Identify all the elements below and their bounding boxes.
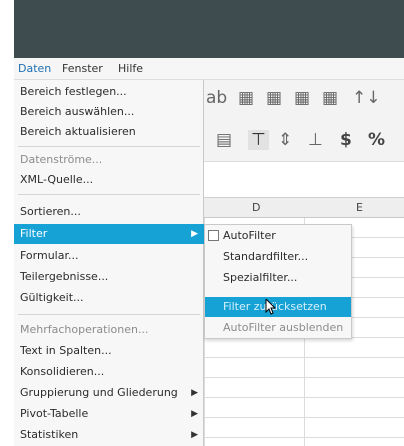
menu-item-konsolidieren[interactable]: Konsolidieren... bbox=[14, 362, 204, 382]
submenu-item-label: Standardfilter... bbox=[223, 250, 309, 263]
menu-item-formular[interactable]: Formular... bbox=[14, 246, 204, 266]
formula-bar[interactable] bbox=[204, 162, 404, 198]
filter-submenu: AutoFilter Standardfilter... Spezialfilt… bbox=[204, 224, 352, 339]
menu-item-gruppierung[interactable]: Gruppierung und Gliederung ▶ bbox=[14, 383, 204, 403]
submenu-item-standardfilter[interactable]: Standardfilter... bbox=[205, 247, 351, 267]
sort-icon[interactable]: ↑↓ bbox=[352, 88, 381, 108]
menu-item-label: Formular... bbox=[20, 249, 79, 262]
submenu-item-label: Spezialfilter... bbox=[223, 271, 298, 284]
menu-item-label: Teilergebnisse... bbox=[20, 270, 109, 283]
menu-item-pivot-tabelle[interactable]: Pivot-Tabelle ▶ bbox=[14, 404, 204, 424]
menu-item-label: Bereich aktualisieren bbox=[20, 125, 136, 138]
menu-item-filter[interactable]: Filter ▶ bbox=[14, 224, 204, 244]
menu-separator bbox=[18, 146, 200, 147]
menu-item-label: Bereich festlegen... bbox=[20, 85, 127, 98]
menu-daten[interactable]: Daten bbox=[18, 62, 51, 75]
menu-hilfe[interactable]: Hilfe bbox=[118, 62, 143, 75]
title-bar bbox=[14, 0, 404, 58]
mouse-cursor-icon bbox=[265, 299, 277, 315]
menu-item-label: Statistiken bbox=[20, 428, 79, 441]
menu-item-bereich-festlegen[interactable]: Bereich festlegen... bbox=[14, 82, 204, 102]
menu-item-bereich-aktualisieren[interactable]: Bereich aktualisieren bbox=[14, 122, 204, 142]
table-icon[interactable]: ▦ bbox=[294, 88, 310, 108]
submenu-arrow-icon: ▶ bbox=[191, 430, 198, 440]
daten-menu: Bereich festlegen... Bereich auswählen..… bbox=[14, 80, 204, 446]
menu-item-label: Filter bbox=[20, 227, 48, 240]
menu-item-bereich-auswaehlen[interactable]: Bereich auswählen... bbox=[14, 102, 204, 122]
menu-item-label: Pivot-Tabelle bbox=[20, 407, 89, 420]
menu-item-label: Gültigkeit... bbox=[20, 291, 84, 304]
menu-separator bbox=[18, 314, 200, 315]
border-icon[interactable]: ▤ bbox=[216, 130, 232, 150]
menu-item-label: Datenströme... bbox=[20, 153, 103, 166]
menu-separator bbox=[18, 194, 200, 195]
submenu-arrow-icon: ▶ bbox=[191, 388, 198, 398]
menu-item-label: Bereich auswählen... bbox=[20, 105, 135, 118]
menu-item-label: Text in Spalten... bbox=[20, 344, 112, 357]
menu-item-statistiken[interactable]: Statistiken ▶ bbox=[14, 425, 204, 445]
autospell-icon[interactable]: ab bbox=[206, 88, 227, 108]
menu-item-xml-quelle[interactable]: XML-Quelle... bbox=[14, 170, 204, 190]
menu-bar: Daten Fenster Hilfe bbox=[14, 58, 404, 80]
currency-icon[interactable]: $ bbox=[340, 130, 352, 150]
submenu-arrow-icon: ▶ bbox=[191, 409, 198, 419]
menu-item-gueltigkeit[interactable]: Gültigkeit... bbox=[14, 288, 204, 308]
menu-item-datenstroeme[interactable]: Datenströme... bbox=[14, 150, 204, 170]
column-header-e[interactable]: E bbox=[356, 201, 363, 214]
menu-item-label: Sortieren... bbox=[20, 205, 81, 218]
align-top-icon[interactable]: ⊤ bbox=[248, 130, 269, 150]
menu-item-mehrfachoperationen[interactable]: Mehrfachoperationen... bbox=[14, 320, 204, 340]
submenu-item-spezialfilter[interactable]: Spezialfilter... bbox=[205, 268, 351, 288]
column-headers: D E bbox=[204, 198, 404, 218]
menu-item-label: Mehrfachoperationen... bbox=[20, 323, 149, 336]
align-bottom-icon[interactable]: ⊥ bbox=[308, 130, 323, 150]
percent-icon[interactable]: % bbox=[368, 130, 385, 150]
submenu-item-autofilter[interactable]: AutoFilter bbox=[205, 226, 351, 246]
app-window: Daten Fenster Hilfe ab ▦ ▦ ▦ ▦ ↑↓ ▤ ⊤ ⇕ … bbox=[0, 0, 404, 446]
table-icon[interactable]: ▦ bbox=[322, 88, 338, 108]
submenu-item-autofilter-ausblenden[interactable]: AutoFilter ausblenden bbox=[205, 318, 351, 338]
submenu-arrow-icon: ▶ bbox=[191, 229, 198, 239]
table-icon[interactable]: ▦ bbox=[238, 88, 254, 108]
menu-fenster[interactable]: Fenster bbox=[62, 62, 103, 75]
checkbox-icon[interactable] bbox=[208, 230, 219, 241]
submenu-item-label: AutoFilter ausblenden bbox=[223, 321, 344, 334]
align-center-icon[interactable]: ⇕ bbox=[278, 130, 292, 150]
menu-item-sortieren[interactable]: Sortieren... bbox=[14, 202, 204, 222]
menu-item-label: Gruppierung und Gliederung bbox=[20, 386, 178, 399]
toolbar-row-2: ▤ ⊤ ⇕ ⊥ $ % bbox=[204, 120, 404, 162]
table-icon[interactable]: ▦ bbox=[266, 88, 282, 108]
toolbar-row-1: ab ▦ ▦ ▦ ▦ ↑↓ bbox=[204, 80, 404, 120]
submenu-item-label: AutoFilter bbox=[223, 229, 276, 242]
submenu-item-filter-zuruecksetzen[interactable]: Filter zurücksetzen bbox=[205, 297, 351, 317]
menu-item-label: XML-Quelle... bbox=[20, 173, 94, 186]
menu-item-teilergebnisse[interactable]: Teilergebnisse... bbox=[14, 267, 204, 287]
menu-item-text-in-spalten[interactable]: Text in Spalten... bbox=[14, 341, 204, 361]
menu-item-label: Konsolidieren... bbox=[20, 365, 105, 378]
column-header-d[interactable]: D bbox=[252, 201, 260, 214]
